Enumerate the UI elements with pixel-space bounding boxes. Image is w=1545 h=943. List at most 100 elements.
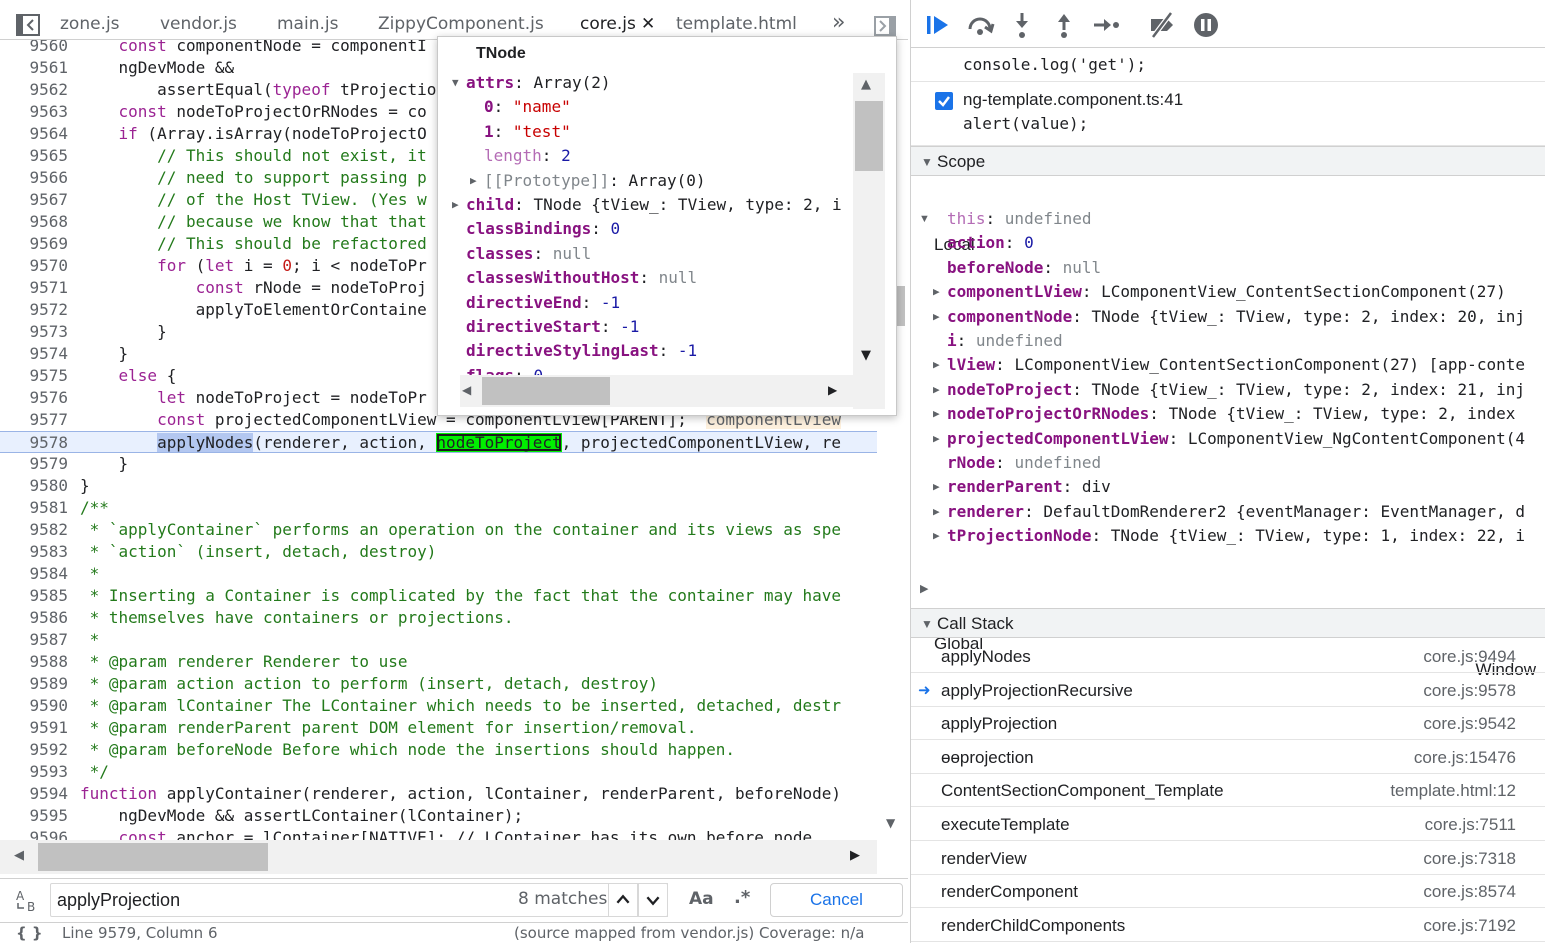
scope-variable[interactable]: ▶ tProjectionNode: TNode {tView_: TView, … (911, 524, 1545, 548)
code-line[interactable]: 9592 * @param beforeNode Before which no… (0, 739, 877, 761)
line-number[interactable]: 9570 (0, 255, 68, 277)
deactivate-breakpoints-icon[interactable] (1147, 10, 1177, 40)
scope-variable[interactable]: ▶ nodeToProject: TNode {tView_: TView, ty… (911, 378, 1545, 402)
frame-location[interactable]: core.js:9578 (1423, 674, 1516, 707)
pretty-print-icon[interactable]: { } (16, 924, 43, 942)
line-number[interactable]: 9566 (0, 167, 68, 189)
line-number[interactable]: 9562 (0, 79, 68, 101)
line-number[interactable]: 9578 (0, 432, 68, 454)
tab-main-js[interactable]: main.js (277, 14, 338, 34)
callstack-frame[interactable]: renderChildComponents core.js:7192 (911, 909, 1545, 942)
line-number[interactable]: 9589 (0, 673, 68, 695)
code-line[interactable]: 9593 */ (0, 761, 877, 783)
line-number[interactable]: 9568 (0, 211, 68, 233)
line-number[interactable]: 9564 (0, 123, 68, 145)
frame-location[interactable]: core.js:9542 (1423, 707, 1516, 740)
frame-location[interactable]: core.js:8574 (1423, 875, 1516, 908)
popover-property-row[interactable]: directiveStylingLast: -1 (466, 339, 697, 363)
popover-property-row[interactable]: classBindings: 0 (466, 217, 620, 241)
code-line[interactable]: 9595 ngDevMode && assertLContainer(lCont… (0, 805, 877, 827)
line-number[interactable]: 9576 (0, 387, 68, 409)
line-number[interactable]: 9573 (0, 321, 68, 343)
scroll-up-icon[interactable]: ▲ (861, 77, 871, 92)
line-number[interactable]: 9561 (0, 57, 68, 79)
scope-closure-group[interactable]: ▶ Closure (fXoL) (911, 550, 1545, 624)
popover-vscroll-thumb[interactable] (855, 101, 883, 171)
popover-property-row[interactable]: directiveEnd: -1 (466, 291, 620, 315)
chevron-right-icon[interactable]: ▶ (933, 402, 940, 426)
line-number[interactable]: 9575 (0, 365, 68, 387)
line-number[interactable]: 9585 (0, 585, 68, 607)
tab-zippycomponent-js[interactable]: ZippyComponent.js (378, 14, 544, 34)
scope-variable[interactable]: rNode: undefined (911, 451, 1545, 475)
chevron-right-icon[interactable]: ▶ (933, 524, 940, 548)
line-number[interactable]: 9580 (0, 475, 68, 497)
code-line[interactable]: 9588 * @param renderer Renderer to use (0, 651, 877, 673)
frame-location[interactable]: core.js:7192 (1423, 909, 1516, 942)
frame-location[interactable]: core.js:7318 (1423, 842, 1516, 875)
callstack-frame[interactable]: ➜ applyProjectionRecursive core.js:9578 (911, 674, 1545, 707)
line-number[interactable]: 9584 (0, 563, 68, 585)
scroll-left-icon[interactable]: ◀ (462, 383, 471, 397)
code-line[interactable]: 9580} (0, 475, 877, 497)
callstack-frame[interactable]: ContentSectionComponent_Template template… (911, 774, 1545, 808)
line-number[interactable]: 9594 (0, 783, 68, 805)
breakpoint-checkbox[interactable] (935, 92, 953, 110)
scope-section-header[interactable]: ▼ Scope (911, 146, 1545, 176)
scope-variable[interactable]: ▶ renderParent: div (911, 475, 1545, 499)
code-line[interactable]: 9591 * @param renderParent parent DOM el… (0, 717, 877, 739)
callstack-frame[interactable]: executeTemplate core.js:7511 (911, 808, 1545, 841)
scroll-right-icon[interactable]: ▶ (828, 383, 837, 397)
cancel-button[interactable]: Cancel (770, 883, 903, 917)
tab-zone-js[interactable]: zone.js (60, 14, 120, 34)
scope-global-group[interactable]: ▶ Global Window (911, 579, 1545, 679)
frame-location[interactable]: core.js:15476 (1414, 741, 1516, 774)
step-over-icon[interactable] (965, 10, 995, 40)
replace-toggle-icon[interactable]: A B (14, 887, 40, 913)
popover-hscroll-thumb[interactable] (482, 377, 610, 405)
popover-property-row[interactable]: 0: "name" (484, 95, 571, 119)
scope-variable[interactable]: this: undefined (911, 207, 1545, 231)
scroll-down-icon[interactable]: ▼ (861, 348, 871, 363)
line-number[interactable]: 9583 (0, 541, 68, 563)
scroll-left-icon[interactable]: ◀ (14, 848, 24, 863)
scroll-down-icon[interactable]: ▼ (886, 816, 895, 830)
popover-property-row[interactable]: classesWithoutHost: null (466, 266, 697, 290)
line-number[interactable]: 9563 (0, 101, 68, 123)
callstack-section-header[interactable]: ▼ Call Stack (911, 608, 1545, 638)
code-line[interactable]: 9596 const anchor = lContainer[NATIVE]; … (0, 827, 877, 840)
chevron-right-icon[interactable]: ▶ (933, 280, 940, 304)
chevron-right-icon[interactable]: ▶ (470, 169, 477, 193)
regex-button[interactable]: .* (734, 887, 750, 908)
popover-property-row[interactable]: ▶ [[Prototype]]: Array(0) (470, 169, 706, 193)
line-number[interactable]: 9572 (0, 299, 68, 321)
code-line[interactable]: 9581 /** (0, 497, 877, 519)
line-number[interactable]: 9571 (0, 277, 68, 299)
scope-variable[interactable]: ▶ componentLView: LComponentView_ContentS… (911, 280, 1545, 304)
hovered-token[interactable]: nodeToProject (436, 433, 562, 452)
callstack-frame[interactable]: renderComponent core.js:8574 (911, 875, 1545, 909)
line-number[interactable]: 9560 (0, 40, 68, 57)
line-number[interactable]: 9595 (0, 805, 68, 827)
scroll-right-icon[interactable]: ▶ (850, 848, 860, 863)
scope-variable[interactable]: action: 0 (911, 231, 1545, 255)
tab-core-js[interactable]: core.js (580, 14, 636, 34)
line-number[interactable]: 9590 (0, 695, 68, 717)
popover-vertical-scrollbar[interactable]: ▲ ▼ (853, 73, 885, 409)
line-number[interactable]: 9567 (0, 189, 68, 211)
code-line[interactable]: 9584 * (0, 563, 877, 585)
line-number[interactable]: 9588 (0, 651, 68, 673)
previous-match-icon[interactable] (608, 883, 638, 917)
close-icon[interactable]: ✕ (641, 14, 655, 34)
popover-horizontal-scrollbar[interactable]: ◀ ▶ (460, 375, 885, 407)
popover-property-row[interactable]: 1: "test" (484, 120, 571, 144)
line-number[interactable]: 9569 (0, 233, 68, 255)
pause-on-exceptions-icon[interactable] (1191, 10, 1221, 40)
scope-variable[interactable]: i: undefined (911, 329, 1545, 353)
scope-variable[interactable]: beforeNode: null (911, 256, 1545, 280)
code-line[interactable]: 9589 * @param action action to perform (… (0, 673, 877, 695)
editor-horizontal-scrollbar[interactable]: ◀ ▶ (0, 840, 877, 874)
chevron-right-icon[interactable]: ▶ (933, 353, 940, 377)
editor-hscroll-thumb[interactable] (38, 843, 268, 871)
match-case-button[interactable]: Aa (689, 889, 714, 909)
